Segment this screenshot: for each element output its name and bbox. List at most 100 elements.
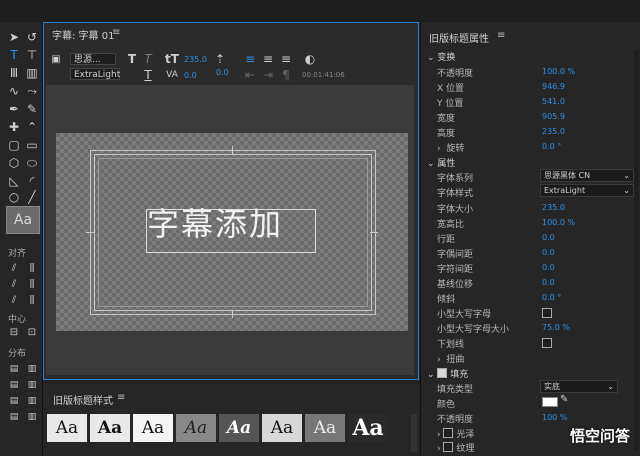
eyedropper-icon[interactable]: ✎ [560,394,568,405]
sheen-checkbox[interactable] [443,428,454,438]
style-tile-5[interactable]: Aa [219,414,259,442]
leading-prop-value[interactable]: 0.0 [542,233,555,242]
fill-type-dropdown[interactable]: 实底 ⌄ [540,380,618,393]
align-left-icon[interactable]: ⫽ [6,262,22,276]
italic-icon[interactable]: T [140,52,156,66]
x-position-value[interactable]: 946.9 [542,82,565,91]
align-left-text-icon[interactable]: ≡ [242,52,258,66]
styles-menu-icon[interactable]: ≡ [117,392,125,403]
distribute-even-v-icon[interactable]: ▥ [24,410,40,424]
panel-menu-icon[interactable]: ≡ [112,27,120,38]
style-tile-8[interactable]: Aa [348,414,388,442]
pen-tool-icon[interactable]: ✒ [6,102,22,116]
timecode[interactable]: 00:01:41:06 [302,71,345,79]
distribute-vcenter-icon[interactable]: ▥ [24,378,40,392]
convert-anchor-tool-icon[interactable]: ⌃ [24,120,40,134]
align-vcenter-icon[interactable]: ⫼ [24,262,40,276]
center-horizontal-icon[interactable]: ⊟ [6,326,22,340]
rotation-value[interactable]: 0.0 ° [542,142,561,151]
leading-icon: VA [166,70,178,80]
vertical-type-tool-icon[interactable]: Ⅲ [6,66,22,80]
rotation-row[interactable]: › 旋转 [437,141,464,154]
new-title-icon[interactable]: ▣ [48,53,64,67]
path-type-tool-icon[interactable]: ∿ [6,84,22,98]
underline-checkbox[interactable] [542,338,552,348]
selection-tool-icon[interactable]: ➤ [6,30,22,44]
style-tile-4[interactable]: Aa [176,414,216,442]
vertical-path-type-tool-icon[interactable]: ⤳ [24,84,40,98]
baseline-value[interactable]: 0.0 [542,278,555,287]
color-swatch[interactable] [542,397,558,407]
font-family-dropdown[interactable]: 思源黑体 CN ⌄ [540,169,634,182]
clipped-rectangle-tool-icon[interactable]: ⬡ [6,156,22,170]
distribute-right-icon[interactable]: ▤ [6,394,22,408]
tab-icon-2[interactable]: ⇥ [260,68,276,82]
rounded-rectangle-tool-icon[interactable]: ▭ [24,138,40,152]
fill-checkbox[interactable] [437,368,448,378]
small-caps-size-value[interactable]: 75.0 % [542,323,570,332]
aspect-value[interactable]: 100.0 % [542,218,575,227]
fill-group[interactable]: ⌄ 填充 [427,367,468,380]
align-bottom-icon[interactable]: ⫼ [24,294,40,308]
bold-icon[interactable]: T [124,52,140,66]
transform-group[interactable]: ⌄ 变换 [427,50,455,63]
rectangle-tool-icon[interactable]: ▢ [6,138,22,152]
opacity-value[interactable]: 100.0 % [542,67,575,76]
style-tile-7[interactable]: Aa [305,414,345,442]
distribute-top-icon[interactable]: ▥ [24,362,40,376]
type-tool-icon[interactable]: T [6,48,22,62]
properties-group[interactable]: ⌄ 属性 [427,156,455,169]
arc-tool-icon[interactable]: ◜ [24,174,40,188]
align-right-text-icon[interactable]: ≡ [278,52,294,66]
properties-scrollbar[interactable] [634,50,639,450]
wedge-tool-icon[interactable]: ◺ [6,174,22,188]
y-position-value[interactable]: 541.0 [542,97,565,106]
font-style-dropdown[interactable]: ExtraLight ⌄ [540,184,634,197]
width-value[interactable]: 905.9 [542,112,565,121]
distribute-hcenter-icon[interactable]: ▤ [6,378,22,392]
leading-value[interactable]: 0.0 [184,71,197,80]
align-hcenter-icon[interactable]: ⫽ [6,294,22,308]
align-center-text-icon[interactable]: ≡ [260,52,276,66]
area-type-tool-icon[interactable]: ⊤ [24,48,40,62]
style-tile-3[interactable]: Aa [133,414,173,442]
round-corner-tool-icon[interactable]: ⬭ [24,156,40,170]
font-style-select[interactable]: ExtraLight [70,68,120,80]
rotate-tool-icon[interactable]: ↺ [24,30,40,44]
tab-icon-3[interactable]: ¶ [278,68,294,82]
style-tile-6[interactable]: Aa [262,414,302,442]
kerning-value[interactable]: 0.0 [216,68,229,77]
distribute-bottom-icon[interactable]: ▥ [24,394,40,408]
font-size-value[interactable]: 235.0 [184,55,207,64]
center-vertical-icon[interactable]: ⊡ [24,326,40,340]
small-caps-checkbox[interactable] [542,308,552,318]
height-value[interactable]: 235.0 [542,127,565,136]
style-tile-1[interactable]: Aa [47,414,87,442]
properties-menu-icon[interactable]: ≡ [497,30,505,41]
distribute-even-h-icon[interactable]: ▤ [6,410,22,424]
align-right-icon[interactable]: ⫽ [6,278,22,292]
slant-value[interactable]: 0.0 ° [542,293,561,302]
background-video-icon[interactable]: ◐ [302,52,318,66]
texture-row[interactable]: › 纹理 [437,441,474,454]
style-tile-2[interactable]: Aa [90,414,130,442]
font-size-prop-value[interactable]: 235.0 [542,203,565,212]
font-family-select[interactable]: 思源... [70,53,116,65]
tracking-prop-value[interactable]: 0.0 [542,263,555,272]
delete-anchor-tool-icon[interactable]: ✎ [24,102,40,116]
canvas-title-text[interactable]: 字幕添加 [147,205,283,243]
distribute-left-icon[interactable]: ▤ [6,362,22,376]
tab-stops-icon[interactable]: ⇤ [242,68,258,82]
fill-opacity-value[interactable]: 100 % [542,413,567,422]
add-anchor-tool-icon[interactable]: ✚ [6,120,22,134]
sheen-row[interactable]: › 光泽 [437,427,474,440]
align-top-icon[interactable]: ⫼ [24,278,40,292]
kerning-prop-value[interactable]: 0.0 [542,248,555,257]
styles-scrollbar[interactable] [411,414,417,452]
vertical-area-type-tool-icon[interactable]: ▥ [24,66,40,80]
underline-icon[interactable]: T [140,68,156,82]
ellipse-tool-icon[interactable]: ○ [6,190,22,204]
distort-row[interactable]: › 扭曲 [437,352,464,365]
texture-checkbox[interactable] [443,442,454,452]
line-tool-icon[interactable]: ╱ [24,190,40,204]
